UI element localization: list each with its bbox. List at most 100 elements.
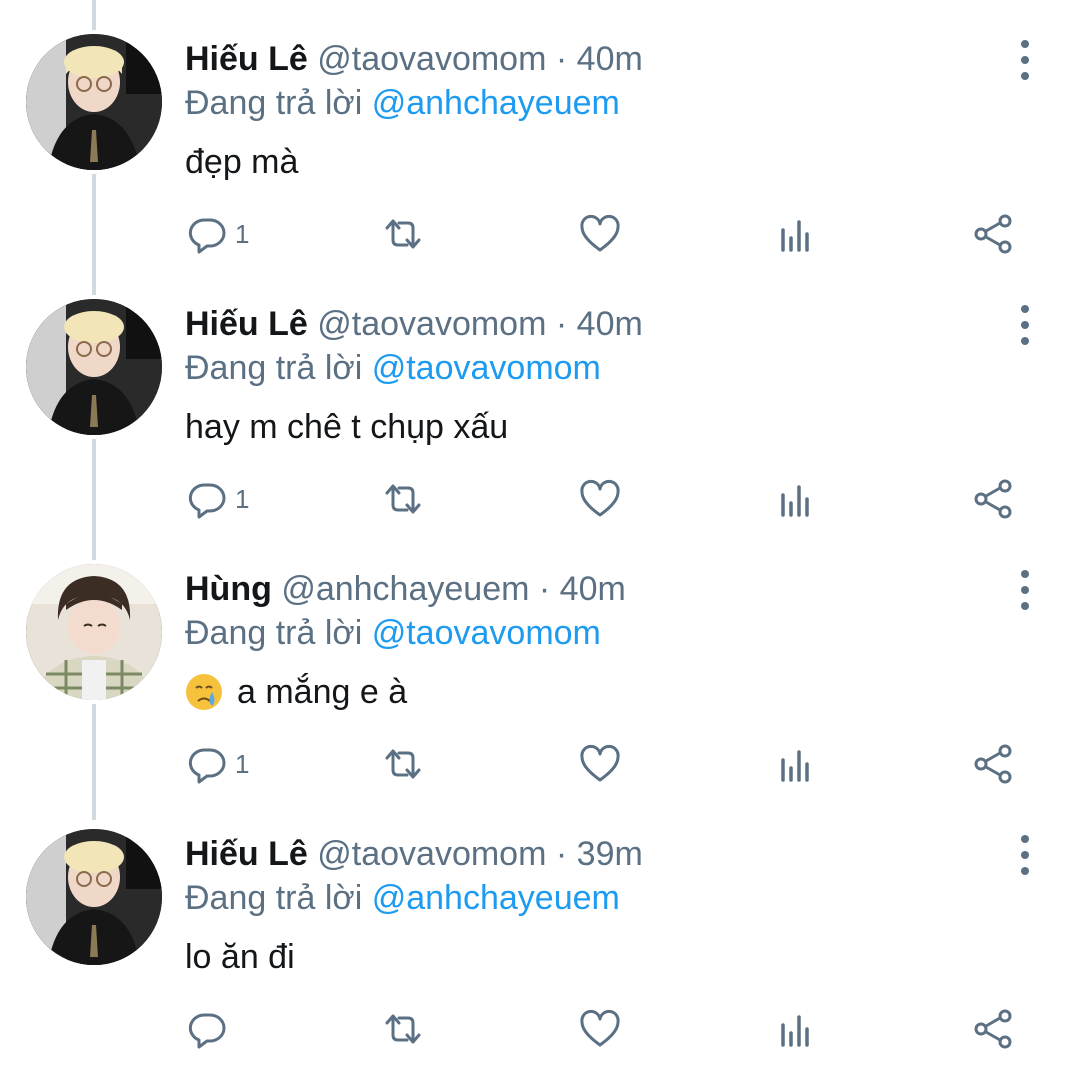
- retweet-button[interactable]: [381, 1007, 425, 1051]
- tweet-text: a mắng e à: [185, 671, 407, 713]
- timestamp[interactable]: 39m: [577, 835, 643, 873]
- tweet-text-content: a mắng e à: [237, 673, 408, 711]
- reply-prefix: Đang trả lời: [185, 349, 363, 387]
- tweet-actions: 1: [0, 742, 1080, 786]
- reply-mention-link[interactable]: @taovavomom: [372, 349, 601, 387]
- more-vertical-icon: [1021, 570, 1029, 578]
- tweet[interactable]: Hiếu Lê @taovavomom · 40m Đang trả lời @…: [0, 267, 1080, 532]
- heart-icon: [580, 744, 620, 782]
- more-options-button[interactable]: [1010, 40, 1040, 80]
- tweet-actions: 1: [0, 212, 1080, 256]
- tweet-text: lo ăn đi: [185, 938, 295, 976]
- retweet-icon: [385, 484, 421, 514]
- more-vertical-icon: [1021, 305, 1029, 313]
- like-button[interactable]: [578, 212, 622, 256]
- user-handle[interactable]: @taovavomom: [317, 835, 546, 873]
- tweet-header: Hiếu Lê @taovavomom · 39m: [185, 834, 643, 874]
- analytics-icon: [781, 1015, 809, 1047]
- reply-prefix: Đang trả lời: [185, 879, 363, 917]
- analytics-button[interactable]: [774, 212, 818, 256]
- heart-icon: [580, 214, 620, 252]
- timestamp[interactable]: 40m: [577, 40, 643, 78]
- tweet-text: hay m chê t chụp xấu: [185, 408, 509, 446]
- reply-count: 1: [235, 749, 250, 779]
- display-name[interactable]: Hiếu Lê: [185, 305, 308, 343]
- more-dot: [1021, 337, 1029, 345]
- share-icon: [974, 214, 1012, 254]
- analytics-icon: [781, 485, 809, 517]
- more-options-button[interactable]: [1010, 835, 1040, 875]
- display-name[interactable]: Hiếu Lê: [185, 40, 308, 78]
- share-icon: [974, 479, 1012, 519]
- more-dot: [1021, 56, 1029, 64]
- analytics-button[interactable]: [774, 1007, 818, 1051]
- share-button[interactable]: [971, 1007, 1015, 1051]
- more-dot: [1021, 602, 1029, 610]
- more-dot: [1021, 72, 1029, 80]
- timestamp[interactable]: 40m: [577, 305, 643, 343]
- more-options-button[interactable]: [1010, 570, 1040, 610]
- like-button[interactable]: [578, 1007, 622, 1051]
- tweet[interactable]: Hiếu Lê @taovavomom · 40m Đang trả lời @…: [0, 2, 1080, 267]
- retweet-button[interactable]: [381, 477, 425, 521]
- tweet-actions: 1: [0, 477, 1080, 521]
- retweet-icon: [385, 219, 421, 249]
- retweet-icon: [385, 749, 421, 779]
- avatar-hung[interactable]: [26, 564, 162, 700]
- reply-mention-link[interactable]: @anhchayeuem: [372, 84, 620, 122]
- share-button[interactable]: [971, 742, 1015, 786]
- more-vertical-icon: [1021, 835, 1029, 843]
- replying-to: Đang trả lời @anhchayeuem: [185, 83, 620, 123]
- display-name[interactable]: Hiếu Lê: [185, 835, 308, 873]
- heart-icon: [580, 1009, 620, 1047]
- user-handle[interactable]: @anhchayeuem: [281, 570, 529, 608]
- separator-dot: ·: [555, 305, 568, 343]
- reply-prefix: Đang trả lời: [185, 614, 363, 652]
- user-handle[interactable]: @taovavomom: [317, 305, 546, 343]
- share-icon: [974, 1009, 1012, 1049]
- reply-icon: [188, 1013, 226, 1049]
- reply-icon: [188, 748, 226, 784]
- avatar-hieu-le[interactable]: [26, 829, 162, 965]
- reply-mention-link[interactable]: @anhchayeuem: [372, 879, 620, 917]
- reply-button[interactable]: [185, 1007, 235, 1051]
- avatar-hieu-le[interactable]: [26, 299, 162, 435]
- tweet[interactable]: Hiếu Lê @taovavomom · 39m Đang trả lời @…: [0, 797, 1080, 1062]
- tweet[interactable]: Hùng @anhchayeuem · 40m Đang trả lời @ta…: [0, 532, 1080, 797]
- like-button[interactable]: [578, 477, 622, 521]
- replying-to: Đang trả lời @anhchayeuem: [185, 878, 620, 918]
- retweet-button[interactable]: [381, 742, 425, 786]
- tweet-text: đẹp mà: [185, 143, 299, 181]
- crying-face-emoji: [186, 674, 222, 710]
- share-button[interactable]: [971, 477, 1015, 521]
- reply-mention-link[interactable]: @taovavomom: [372, 614, 601, 652]
- more-dot: [1021, 321, 1029, 329]
- more-dot: [1021, 867, 1029, 875]
- analytics-button[interactable]: [774, 477, 818, 521]
- reply-button[interactable]: 1: [185, 742, 249, 786]
- reply-button[interactable]: 1: [185, 477, 249, 521]
- like-button[interactable]: [578, 742, 622, 786]
- more-dot: [1021, 851, 1029, 859]
- more-options-button[interactable]: [1010, 305, 1040, 345]
- share-icon: [974, 744, 1012, 784]
- analytics-button[interactable]: [774, 742, 818, 786]
- separator-dot: ·: [555, 40, 568, 78]
- avatar-hieu-le[interactable]: [26, 34, 162, 170]
- reply-count: 1: [235, 484, 250, 514]
- retweet-icon: [385, 1014, 421, 1044]
- reply-button[interactable]: 1: [185, 212, 249, 256]
- reply-prefix: Đang trả lời: [185, 84, 363, 122]
- tweet-header: Hiếu Lê @taovavomom · 40m: [185, 39, 643, 79]
- reply-icon: [188, 483, 226, 519]
- user-handle[interactable]: @taovavomom: [317, 40, 546, 78]
- replying-to: Đang trả lời @taovavomom: [185, 613, 601, 653]
- display-name[interactable]: Hùng: [185, 570, 272, 608]
- share-button[interactable]: [971, 212, 1015, 256]
- tweet-header: Hiếu Lê @taovavomom · 40m: [185, 304, 643, 344]
- tweet-header: Hùng @anhchayeuem · 40m: [185, 569, 626, 609]
- timestamp[interactable]: 40m: [560, 570, 626, 608]
- more-vertical-icon: [1021, 40, 1029, 48]
- replying-to: Đang trả lời @taovavomom: [185, 348, 601, 388]
- retweet-button[interactable]: [381, 212, 425, 256]
